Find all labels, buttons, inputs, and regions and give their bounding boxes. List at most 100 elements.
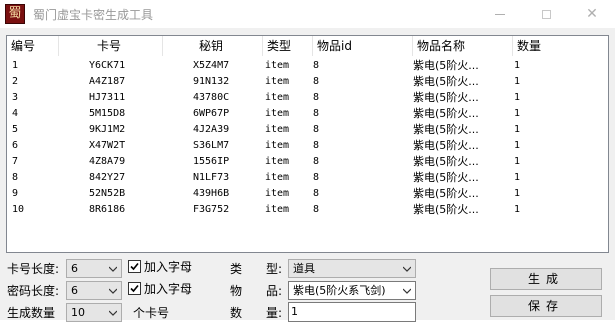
- column-header-card-no[interactable]: 卡号: [59, 36, 163, 56]
- column-header-type[interactable]: 类型: [263, 36, 313, 56]
- type-label-a: 类: [230, 262, 243, 276]
- row-quantity: 1: [514, 188, 521, 199]
- minimize-button[interactable]: [477, 0, 523, 28]
- row-card-no: HJ7311: [89, 92, 126, 103]
- qty-label-a: 数: [230, 306, 243, 320]
- type-select[interactable]: 道具: [288, 259, 416, 278]
- row-item-name: 紫电(5阶火...: [413, 171, 479, 184]
- card-letters-label[interactable]: 加入字母: [144, 259, 192, 275]
- table-row[interactable]: 4 5M15D8 6WP67P item 8 紫电(5阶火... 1: [7, 106, 608, 122]
- window-title: 蜀门虚宝卡密生成工具: [33, 8, 154, 22]
- minimize-icon: [495, 13, 505, 15]
- column-header-secret[interactable]: 秘钥: [163, 36, 263, 56]
- card-letters-checkbox[interactable]: [128, 260, 141, 273]
- row-secret: 4J2A39: [193, 124, 230, 135]
- row-id: 6: [12, 140, 19, 151]
- row-quantity: 1: [514, 108, 521, 119]
- row-id: 10: [12, 204, 25, 215]
- chevron-down-icon: [403, 288, 411, 294]
- row-secret: 91N132: [193, 76, 230, 87]
- row-item-name: 紫电(5阶火...: [413, 107, 479, 120]
- row-secret: X5Z4M7: [193, 60, 230, 71]
- maximize-icon: [541, 9, 551, 19]
- item-label-b: 品:: [266, 284, 283, 298]
- item-value: 紫电(5阶火系飞剑): [293, 284, 386, 297]
- row-type: item: [265, 76, 290, 87]
- row-item-id: 8: [313, 92, 320, 103]
- row-item-id: 8: [313, 124, 320, 135]
- row-card-no: Y6CK71: [89, 60, 126, 71]
- column-header-item-name[interactable]: 物品名称: [413, 36, 513, 56]
- row-item-name: 紫电(5阶火...: [413, 187, 479, 200]
- title-bar: 蜀 蜀门虚宝卡密生成工具 ✕: [0, 0, 615, 28]
- row-type: item: [265, 204, 290, 215]
- table-row[interactable]: 7 4Z8A79 1556IP item 8 紫电(5阶火... 1: [7, 154, 608, 170]
- row-item-id: 8: [313, 108, 320, 119]
- row-item-id: 8: [313, 172, 320, 183]
- row-item-name: 紫电(5阶火...: [413, 203, 479, 216]
- chevron-down-icon: [403, 266, 411, 272]
- pwd-length-select[interactable]: 6: [66, 281, 122, 300]
- table-row[interactable]: 8 842Y27 N1LF73 item 8 紫电(5阶火... 1: [7, 170, 608, 186]
- pwd-length-label: 密码长度:: [7, 284, 60, 298]
- row-card-no: 842Y27: [89, 172, 126, 183]
- generate-button[interactable]: 生成: [490, 268, 602, 290]
- pwd-length-value: 6: [71, 284, 78, 297]
- check-icon: [130, 284, 139, 293]
- row-id: 3: [12, 92, 19, 103]
- close-button[interactable]: ✕: [569, 0, 615, 28]
- column-header-quantity[interactable]: 数量: [513, 36, 608, 56]
- table-row[interactable]: 2 A4Z187 91N132 item 8 紫电(5阶火... 1: [7, 74, 608, 90]
- row-item-name: 紫电(5阶火...: [413, 139, 479, 152]
- pwd-letters-label[interactable]: 加入字母: [144, 281, 192, 297]
- row-secret: 439H6B: [193, 188, 230, 199]
- row-quantity: 1: [514, 172, 521, 183]
- app-logo-icon: 蜀: [5, 4, 25, 24]
- card-length-label: 卡号长度:: [7, 262, 60, 276]
- table-row[interactable]: 1 Y6CK71 X5Z4M7 item 8 紫电(5阶火... 1: [7, 58, 608, 74]
- row-item-id: 8: [313, 204, 320, 215]
- chevron-down-icon: [109, 310, 117, 316]
- row-id: 1: [12, 60, 19, 71]
- row-type: item: [265, 92, 290, 103]
- item-select[interactable]: 紫电(5阶火系飞剑): [288, 281, 416, 300]
- row-id: 9: [12, 188, 19, 199]
- save-button[interactable]: 保存: [490, 295, 602, 317]
- row-type: item: [265, 156, 290, 167]
- card-list[interactable]: 编号 卡号 秘钥 类型 物品id 物品名称 数量 1 Y6CK71 X5Z4M7 it…: [6, 35, 609, 253]
- row-type: item: [265, 108, 290, 119]
- table-row[interactable]: 10 8R6186 F3G752 item 8 紫电(5阶火... 1: [7, 202, 608, 218]
- row-secret: 1556IP: [193, 156, 230, 167]
- maximize-button[interactable]: [523, 0, 569, 28]
- type-value: 道具: [293, 262, 315, 275]
- row-secret: S36LM7: [193, 140, 230, 151]
- table-row[interactable]: 5 9KJ1M2 4J2A39 item 8 紫电(5阶火... 1: [7, 122, 608, 138]
- item-label-a: 物: [230, 284, 243, 298]
- column-header-item-id[interactable]: 物品id: [313, 36, 413, 56]
- card-length-value: 6: [71, 262, 78, 275]
- row-item-name: 紫电(5阶火...: [413, 123, 479, 136]
- row-secret: N1LF73: [193, 172, 230, 183]
- row-id: 4: [12, 108, 19, 119]
- gen-count-label: 生成数量: [7, 306, 56, 320]
- row-secret: 43780C: [193, 92, 230, 103]
- card-length-select[interactable]: 6: [66, 259, 122, 278]
- row-id: 7: [12, 156, 19, 167]
- row-item-id: 8: [313, 60, 320, 71]
- table-row[interactable]: 9 52N52B 439H6B item 8 紫电(5阶火... 1: [7, 186, 608, 202]
- gen-count-unit: 个卡号: [133, 306, 170, 320]
- row-type: item: [265, 188, 290, 199]
- qty-label-b: 量:: [266, 306, 283, 320]
- table-row[interactable]: 6 X47W2T S36LM7 item 8 紫电(5阶火... 1: [7, 138, 608, 154]
- row-id: 2: [12, 76, 19, 87]
- row-type: item: [265, 172, 290, 183]
- chevron-down-icon: [109, 288, 117, 294]
- row-quantity: 1: [514, 60, 521, 71]
- gen-count-select[interactable]: 10: [66, 303, 122, 322]
- row-item-id: 8: [313, 156, 320, 167]
- quantity-input[interactable]: 1: [288, 302, 416, 322]
- column-header-id[interactable]: 编号: [7, 36, 59, 56]
- table-row[interactable]: 3 HJ7311 43780C item 8 紫电(5阶火... 1: [7, 90, 608, 106]
- row-type: item: [265, 140, 290, 151]
- pwd-letters-checkbox[interactable]: [128, 282, 141, 295]
